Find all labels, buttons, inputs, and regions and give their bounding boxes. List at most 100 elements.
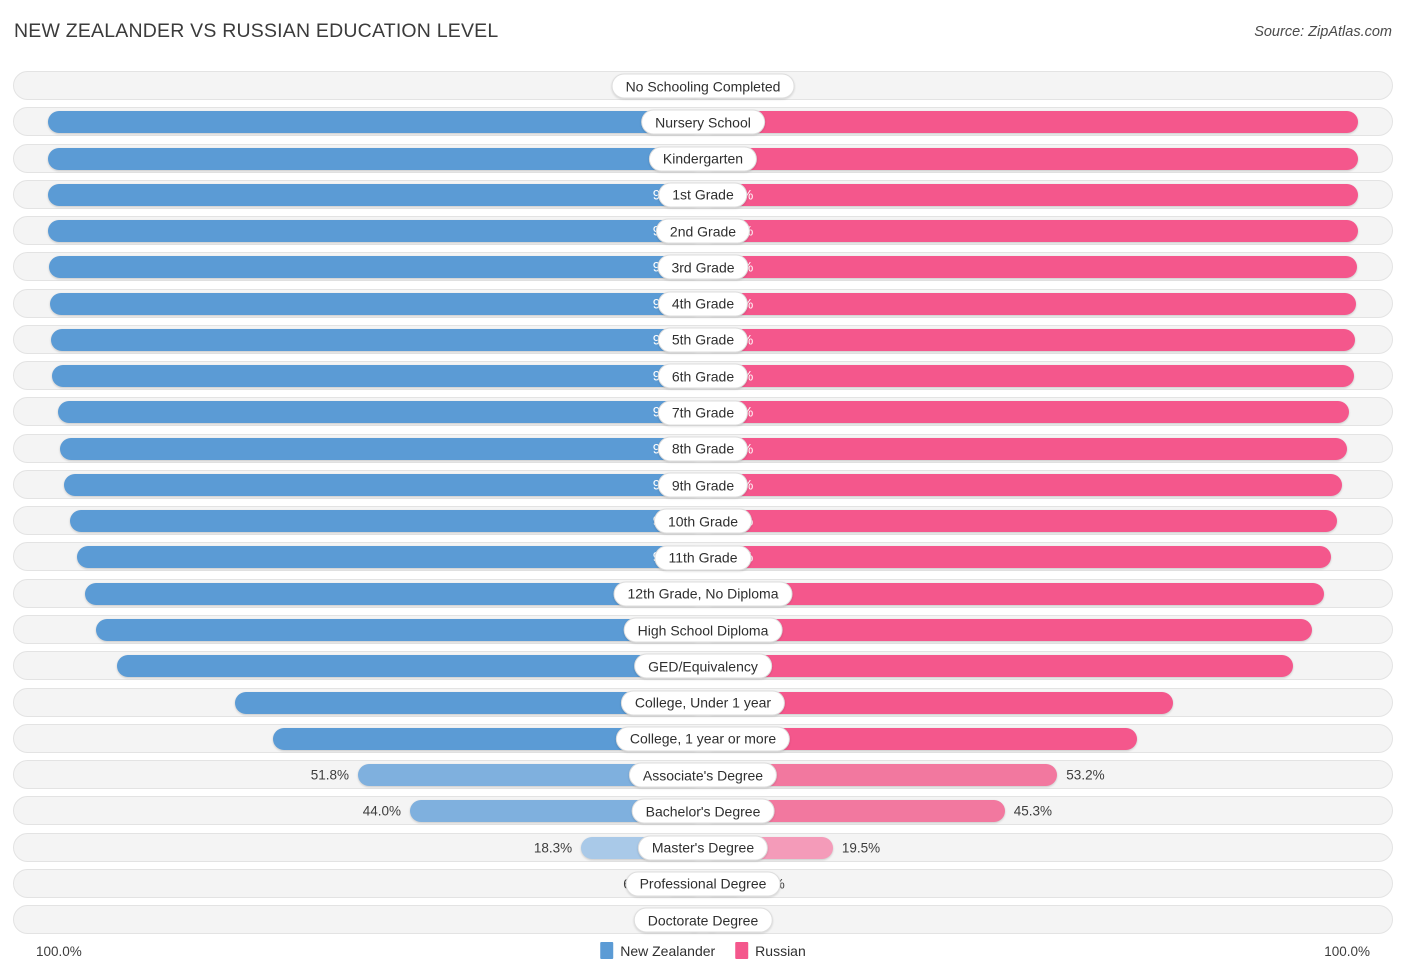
chart-legend: New Zealander Russian [600,942,806,959]
left-bar-half: 98.4% [37,111,703,134]
left-bar-half: 96.6% [37,437,703,460]
bar-russian[interactable]: 98.3% [703,183,1358,206]
bar-new-zealander[interactable]: 98.4% [47,111,703,134]
bar-russian[interactable]: 93.2% [703,582,1324,605]
bar-russian[interactable]: 98.4% [703,147,1359,170]
bar-russian[interactable]: 96.7% [703,437,1348,460]
left-bar-half: 98.3% [37,220,703,243]
right-bar-half: 98.2% [703,256,1369,279]
category-label: 4th Grade [657,291,749,317]
left-bar-half: 95.0% [37,510,703,533]
bar-row: 98.4%98.4%Nursery School [0,104,1406,140]
category-label: 10th Grade [653,508,753,534]
bar-row: 88.0%88.6%GED/Equivalency [0,648,1406,684]
bar-russian[interactable]: 98.4% [703,111,1359,134]
bar-russian[interactable]: 95.2% [703,510,1338,533]
category-label: 2nd Grade [655,218,751,244]
bar-new-zealander[interactable]: 96.8% [58,401,703,424]
category-label: Master's Degree [637,835,769,861]
bar-row: 91.1%91.5%High School Diploma [0,612,1406,648]
bar-russian[interactable]: 98.0% [703,292,1356,315]
category-label: 8th Grade [657,436,749,462]
bar-russian[interactable]: 94.3% [703,546,1332,569]
legend-item[interactable]: Russian [735,942,806,959]
axis-label-left: 100.0% [36,944,82,959]
right-bar-half: 98.4% [703,111,1369,134]
bar-row: 96.8%97.0%7th Grade [0,394,1406,430]
category-label: High School Diploma [623,617,783,643]
left-bar-half: 18.3% [37,836,703,859]
left-bar-half: 98.0% [37,292,703,315]
bar-value-russian: 45.3% [1013,803,1052,819]
right-bar-half: 94.3% [703,546,1369,569]
bar-russian[interactable]: 96.0% [703,473,1343,496]
bar-new-zealander[interactable]: 91.1% [96,618,703,641]
category-label: GED/Equivalency [634,653,772,679]
category-label: Associate's Degree [628,762,778,788]
category-label: No Schooling Completed [611,73,795,99]
right-bar-half: 2.6% [703,909,1369,932]
left-bar-half: 2.5% [37,909,703,932]
bar-russian[interactable]: 98.3% [703,220,1358,243]
right-bar-half: 96.0% [703,473,1369,496]
chart-page: NEW ZEALANDER VS RUSSIAN EDUCATION LEVEL… [0,0,1406,975]
bar-russian[interactable]: 97.0% [703,401,1350,424]
right-bar-half: 97.0% [703,401,1369,424]
bar-russian[interactable]: 91.5% [703,618,1313,641]
right-bar-half: 45.3% [703,800,1369,823]
right-bar-half: 96.7% [703,437,1369,460]
bar-new-zealander[interactable]: 88.0% [116,655,703,678]
bar-row: 94.0%94.3%11th Grade [0,539,1406,575]
page-title: NEW ZEALANDER VS RUSSIAN EDUCATION LEVEL [14,20,499,42]
category-label: Doctorate Degree [633,907,773,933]
bar-row: 96.6%96.7%8th Grade [0,431,1406,467]
right-bar-half: 88.6% [703,655,1369,678]
left-bar-half: 44.0% [37,800,703,823]
left-bar-half: 70.2% [37,691,703,714]
bar-new-zealander[interactable]: 98.2% [49,256,703,279]
bar-row: 92.8%93.2%12th Grade, No Diploma [0,576,1406,612]
left-bar-half: 94.0% [37,546,703,569]
right-bar-half: 53.2% [703,764,1369,787]
bar-row: 95.0%95.2%10th Grade [0,503,1406,539]
bar-row: 18.3% 19.5% Master's Degree [0,830,1406,866]
bar-new-zealander[interactable]: 98.4% [47,147,703,170]
bar-new-zealander[interactable]: 94.0% [76,546,703,569]
right-bar-half: 6.3% [703,872,1369,895]
right-bar-half: 65.1% [703,727,1369,750]
right-bar-half: 98.4% [703,147,1369,170]
bar-new-zealander[interactable]: 97.7% [52,365,703,388]
left-bar-half: 98.4% [37,183,703,206]
left-bar-half: 92.8% [37,582,703,605]
bar-russian[interactable]: 97.7% [703,365,1354,388]
bar-new-zealander[interactable]: 98.0% [50,292,703,315]
bar-russian[interactable]: 98.2% [703,256,1357,279]
page-header: NEW ZEALANDER VS RUSSIAN EDUCATION LEVEL… [0,0,1406,58]
category-label: 7th Grade [657,400,749,426]
bar-russian[interactable]: 97.9% [703,328,1355,351]
bar-new-zealander[interactable]: 98.4% [47,183,703,206]
legend-item[interactable]: New Zealander [600,942,715,959]
bar-row: 98.4%98.4%Kindergarten [0,141,1406,177]
bar-new-zealander[interactable]: 98.3% [48,220,703,243]
category-label: Nursery School [641,109,765,135]
bar-new-zealander[interactable]: 92.8% [84,582,703,605]
bar-row: 44.0% 45.3% Bachelor's Degree [0,793,1406,829]
bar-new-zealander[interactable]: 95.0% [70,510,703,533]
left-bar-half: 96.8% [37,401,703,424]
category-label: 11th Grade [654,545,752,571]
bar-new-zealander[interactable]: 97.9% [51,328,703,351]
bar-value-new-zealander: 44.0% [362,803,401,819]
bar-value-new-zealander: 51.8% [310,767,350,783]
left-bar-half: 98.2% [37,256,703,279]
legend-swatch-icon [600,942,614,959]
left-bar-half: 1.7% [37,75,703,97]
right-bar-half: 98.0% [703,292,1369,315]
bar-row: 70.2%70.5%College, Under 1 year [0,685,1406,721]
bar-new-zealander[interactable]: 95.9% [64,473,703,496]
bar-russian[interactable]: 88.6% [703,655,1294,678]
bar-row: 97.9%97.9%5th Grade [0,322,1406,358]
bar-new-zealander[interactable]: 96.6% [59,437,703,460]
left-bar-half: 95.9% [37,473,703,496]
left-bar-half: 64.6% [37,727,703,750]
